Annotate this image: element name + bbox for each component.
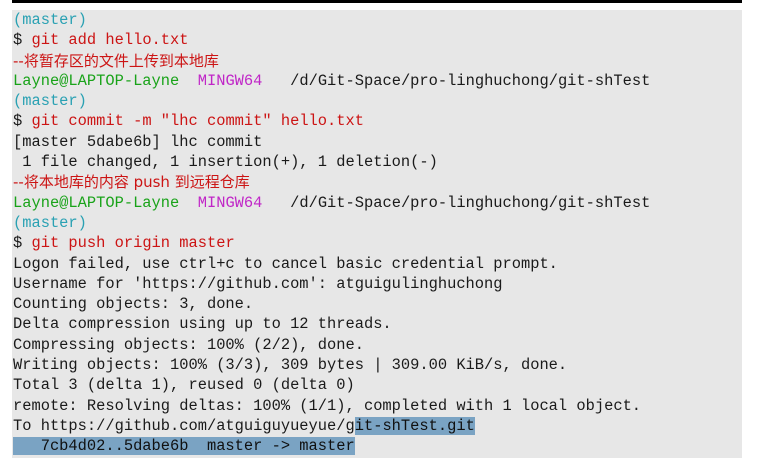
- top-divider: [12, 0, 742, 3]
- terminal-line: Layne@LAPTOP-Layne MINGW64 /d/Git-Space/…: [13, 71, 742, 91]
- output-text: 1 file changed, 1 insertion(+), 1 deleti…: [13, 153, 438, 172]
- output-text: Delta compression using up to 12 threads…: [13, 315, 392, 334]
- terminal-line: remote: Resolving deltas: 100% (1/1), co…: [13, 396, 742, 416]
- output-text: To https://github.com/atguiguyueyue/g: [13, 416, 355, 435]
- terminal-line: Logon failed, use ctrl+c to cancel basic…: [13, 254, 742, 274]
- output-text: remote: Resolving deltas: 100% (1/1), co…: [13, 396, 642, 415]
- shell-env: MINGW64: [197, 71, 263, 90]
- terminal-line: Username for 'https://github.com': atgui…: [13, 274, 742, 294]
- command-text: git push origin master: [31, 234, 235, 253]
- prompt-symbol: $: [13, 31, 32, 50]
- terminal-line: (master): [13, 91, 742, 111]
- output-text: [master 5dabe6b] lhc commit: [13, 132, 263, 151]
- user-host: Layne@LAPTOP-Layne: [13, 193, 180, 212]
- output-text: Writing objects: 100% (3/3), 309 bytes |…: [13, 356, 568, 375]
- output-text: Compressing objects: 100% (2/2), done.: [13, 335, 364, 354]
- terminal-line: $ git commit -m "lhc commit" hello.txt: [13, 111, 742, 131]
- working-directory: /d/Git-Space/pro-linghuchong/git-shTest: [290, 193, 651, 212]
- terminal-line: Layne@LAPTOP-Layne MINGW64 /d/Git-Space/…: [13, 193, 742, 213]
- comment-text: --将暂存区的文件上传到本地库: [13, 51, 219, 70]
- terminal-line: 1 file changed, 1 insertion(+), 1 deleti…: [13, 152, 742, 172]
- prompt-symbol: $: [13, 112, 32, 131]
- output-text: Total 3 (delta 1), reused 0 (delta 0): [13, 376, 355, 395]
- output-text: Username for 'https://github.com': atgui…: [13, 274, 503, 293]
- selected-text: 7cb4d02..5dabe6b master -> master: [13, 437, 355, 456]
- user-host: Layne@LAPTOP-Layne: [13, 71, 180, 90]
- output-text: Counting objects: 3, done.: [13, 295, 254, 314]
- branch-indicator: (master): [13, 92, 87, 111]
- command-text: git add hello.txt: [31, 31, 189, 50]
- terminal-line: $ git push origin master: [13, 233, 742, 253]
- terminal-line: To https://github.com/atguiguyueyue/git-…: [13, 416, 742, 436]
- terminal-line: (master): [13, 10, 742, 30]
- terminal-line: --将暂存区的文件上传到本地库: [13, 51, 742, 71]
- comment-text: --将本地库的内容 push 到远程仓库: [13, 173, 250, 192]
- shell-env: MINGW64: [197, 193, 263, 212]
- terminal-line: (master): [13, 213, 742, 233]
- terminal-line: Total 3 (delta 1), reused 0 (delta 0): [13, 375, 742, 395]
- terminal-line: Delta compression using up to 12 threads…: [13, 314, 742, 334]
- terminal-line: Writing objects: 100% (3/3), 309 bytes |…: [13, 355, 742, 375]
- terminal-line: [master 5dabe6b] lhc commit: [13, 132, 742, 152]
- branch-indicator: (master): [13, 11, 87, 29]
- terminal-line: $ git add hello.txt: [13, 30, 742, 50]
- terminal-line: 7cb4d02..5dabe6b master -> master: [13, 436, 742, 456]
- terminal-output[interactable]: (master) $ git add hello.txt --将暂存区的文件上传到本…: [12, 10, 742, 458]
- selected-text: it-shTest.git: [354, 416, 475, 435]
- terminal-line: Compressing objects: 100% (2/2), done.: [13, 335, 742, 355]
- terminal-line: --将本地库的内容 push 到远程仓库: [13, 172, 742, 192]
- terminal-line: Counting objects: 3, done.: [13, 294, 742, 314]
- command-text: git commit -m "lhc commit" hello.txt: [31, 112, 364, 131]
- prompt-symbol: $: [13, 234, 32, 253]
- output-text: Logon failed, use ctrl+c to cancel basic…: [13, 254, 558, 273]
- branch-indicator: (master): [13, 213, 87, 232]
- working-directory: /d/Git-Space/pro-linghuchong/git-shTest: [290, 71, 651, 90]
